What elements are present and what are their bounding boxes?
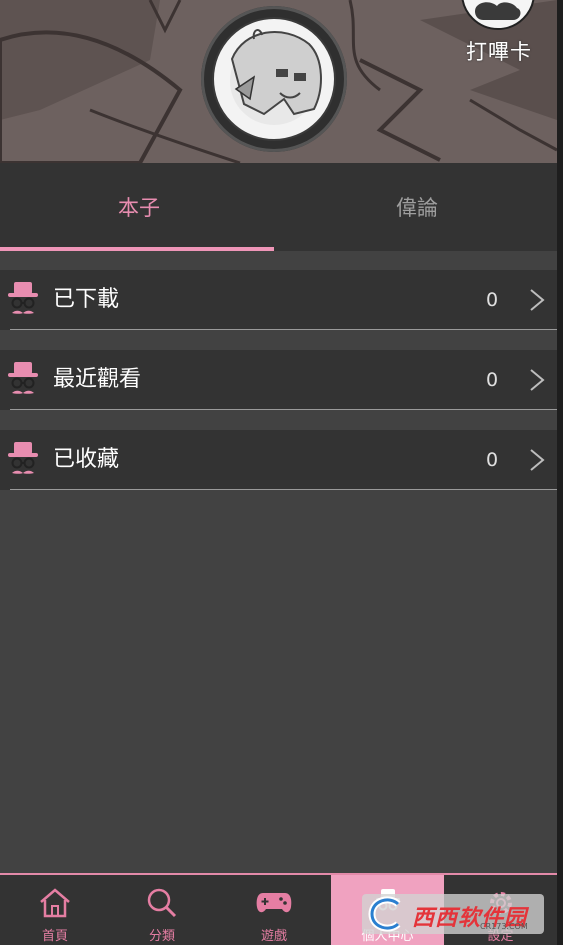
list-item-count: 0 xyxy=(486,289,499,311)
tab-comics-label: 本子 xyxy=(118,196,160,220)
list-item-favorites[interactable]: 已收藏 0 xyxy=(0,430,557,490)
list-item-count: 0 xyxy=(486,369,499,391)
tab-bar: 本子 偉論 xyxy=(0,163,557,251)
avatar[interactable] xyxy=(201,6,347,152)
chevron-right-icon xyxy=(530,449,545,471)
tab-comments-label: 偉論 xyxy=(396,196,438,220)
nav-games-label: 遊戲 xyxy=(260,929,287,944)
active-tab-indicator xyxy=(0,247,274,251)
divider xyxy=(10,409,557,410)
list-item-label: 最近觀看 xyxy=(53,367,142,392)
gentleman-hat-icon xyxy=(8,442,38,474)
gentleman-hat-icon xyxy=(8,282,38,314)
profile-header-banner: 打嗶卡 xyxy=(0,0,557,163)
nav-games[interactable]: 遊戲 xyxy=(219,875,329,945)
list-item-label: 已收藏 xyxy=(53,447,120,472)
nav-categories[interactable]: 分類 xyxy=(107,875,217,945)
divider xyxy=(10,329,557,330)
gentleman-hat-icon xyxy=(8,362,38,394)
watermark-subtext: CR173.COM xyxy=(480,922,528,931)
checkin-bubble-icon xyxy=(461,0,535,30)
avatar-image xyxy=(212,17,336,141)
home-icon xyxy=(40,888,70,918)
list-item-downloaded[interactable]: 已下載 0 xyxy=(0,270,557,330)
checkin-button[interactable]: 打嗶卡 xyxy=(456,0,556,70)
tab-comics[interactable]: 本子 xyxy=(0,163,278,251)
tab-comments[interactable]: 偉論 xyxy=(278,163,556,251)
checkin-label: 打嗶卡 xyxy=(466,40,532,64)
search-icon xyxy=(147,888,177,918)
watermark-c-icon xyxy=(368,896,401,932)
nav-home-label: 首頁 xyxy=(41,929,68,944)
divider xyxy=(10,489,557,490)
watermark-logo: 西西软件园 CR173.COM xyxy=(362,894,544,934)
chevron-right-icon xyxy=(530,289,545,311)
chevron-right-icon xyxy=(530,369,545,391)
nav-home[interactable]: 首頁 xyxy=(0,875,110,945)
list-item-recently-viewed[interactable]: 最近觀看 0 xyxy=(0,350,557,410)
gamepad-icon xyxy=(256,893,292,913)
list-item-label: 已下載 xyxy=(53,287,120,312)
list-item-count: 0 xyxy=(486,449,499,471)
screen-edge xyxy=(557,0,563,945)
nav-categories-label: 分類 xyxy=(148,929,175,944)
